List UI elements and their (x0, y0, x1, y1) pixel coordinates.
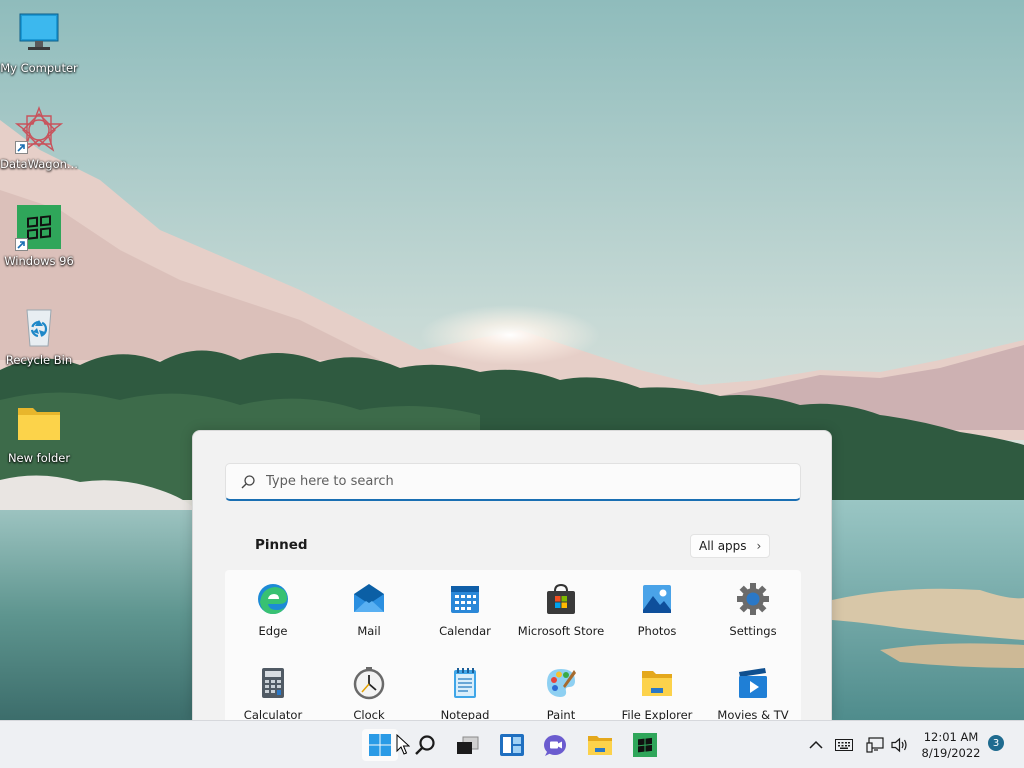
notepad-icon (454, 668, 476, 698)
start-search-box[interactable] (225, 463, 801, 501)
pinned-app-clock[interactable]: Clock (321, 654, 417, 720)
edge-icon (258, 584, 288, 614)
photos-icon (643, 585, 671, 613)
taskbar-windows96-button[interactable] (627, 729, 663, 761)
windows96-icon (15, 203, 63, 251)
input-indicator-button[interactable] (833, 733, 855, 757)
desktop-icon-label: DataWagon... (0, 157, 78, 171)
shortcut-arrow-icon (15, 238, 28, 251)
desktop-icon-recycle-bin[interactable]: Recycle Bin (0, 302, 78, 367)
shortcut-arrow-icon (15, 141, 28, 154)
recycle-bin-icon (15, 302, 63, 350)
pinned-app-movies-tv[interactable]: Movies & TV (705, 654, 801, 720)
pinned-app-calculator[interactable]: Calculator (225, 654, 321, 720)
datawagon-star-icon (14, 106, 64, 154)
mail-icon (354, 584, 384, 612)
desktop-icon-datawagon[interactable]: DataWagon... (0, 106, 78, 171)
desktop-icon-label: New folder (7, 451, 71, 465)
search-input[interactable] (266, 474, 766, 489)
notification-count-badge[interactable]: 3 (988, 735, 1004, 751)
taskbar-file-explorer-button[interactable] (582, 729, 618, 761)
desktop-icon-new-folder[interactable]: New folder (0, 400, 78, 465)
calendar-icon (451, 586, 479, 613)
gear-icon (737, 583, 769, 615)
speaker-volume-icon (891, 737, 907, 753)
calculator-icon (262, 668, 284, 698)
mouse-cursor-icon (396, 734, 410, 755)
teams-chat-icon (544, 735, 566, 756)
app-label: Photos (637, 624, 677, 638)
desktop-icon-label: My Computer (0, 61, 78, 75)
movies-icon (739, 668, 767, 698)
all-apps-label: All apps (699, 539, 747, 553)
clock-icon (353, 667, 385, 700)
desktop-icon-windows-96[interactable]: Windows 96 (0, 203, 78, 268)
store-icon (547, 583, 575, 614)
file-explorer-icon (588, 736, 612, 755)
pinned-app-file-explorer[interactable]: File Explorer (609, 654, 705, 720)
pinned-app-edge[interactable]: Edge (225, 570, 321, 654)
taskbar-widgets-button[interactable] (494, 729, 530, 761)
app-label: Edge (258, 624, 288, 638)
app-label: File Explorer (621, 708, 693, 720)
pinned-section-title: Pinned (255, 537, 308, 553)
taskbar-clock[interactable]: 12:01 AM 8/19/2022 (916, 729, 986, 761)
clock-time: 12:01 AM (923, 730, 979, 744)
pinned-app-microsoft-store[interactable]: Microsoft Store (513, 570, 609, 654)
keyboard-icon (835, 739, 853, 751)
search-icon (415, 735, 435, 755)
app-label: Settings (729, 624, 777, 638)
folder-icon (15, 400, 63, 448)
start-menu: Pinned All apps › Edge Mail (192, 430, 832, 720)
taskbar-start-button[interactable] (362, 729, 398, 761)
taskbar: 12:01 AM 8/19/2022 (0, 720, 1024, 768)
taskbar-chat-button[interactable] (538, 729, 574, 761)
pinned-app-photos[interactable]: Photos (609, 570, 705, 654)
network-ethernet-icon (866, 737, 884, 753)
network-status-button[interactable] (864, 733, 886, 757)
chevron-up-icon (809, 740, 823, 749)
taskbar-task-view-button[interactable] (449, 729, 485, 761)
pinned-app-calendar[interactable]: Calendar (417, 570, 513, 654)
desktop-icon-label: Windows 96 (4, 254, 74, 268)
windows96-icon (633, 733, 657, 757)
app-label: Clock (353, 708, 385, 720)
app-label: Calendar (439, 624, 491, 638)
app-label: Mail (357, 624, 381, 638)
widgets-icon (500, 734, 524, 756)
desktop-icon-label: Recycle Bin (5, 353, 73, 367)
app-label: Microsoft Store (517, 624, 605, 638)
pinned-app-notepad[interactable]: Notepad (417, 654, 513, 720)
app-label: Notepad (440, 708, 490, 720)
start-icon (369, 734, 391, 756)
desktop-icon-my-computer[interactable]: My Computer (0, 10, 78, 75)
app-label: Calculator (243, 708, 303, 720)
computer-monitor-icon (15, 10, 63, 58)
search-icon (241, 474, 255, 488)
pinned-app-settings[interactable]: Settings (705, 570, 801, 654)
app-label: Movies & TV (717, 708, 789, 720)
pinned-apps-grid: Edge Mail Calendar Microsoft Store Photo… (225, 570, 801, 720)
app-label: Paint (546, 708, 576, 720)
chevron-right-icon: › (756, 539, 762, 553)
folder-icon (642, 671, 672, 696)
all-apps-button[interactable]: All apps › (690, 534, 771, 558)
pinned-app-mail[interactable]: Mail (321, 570, 417, 654)
show-hidden-icons-button[interactable] (806, 733, 826, 757)
volume-button[interactable] (889, 733, 911, 757)
task-view-icon (457, 736, 479, 754)
paint-palette-icon (547, 669, 576, 697)
clock-date: 8/19/2022 (921, 746, 981, 760)
taskbar-search-button[interactable] (407, 729, 443, 761)
pinned-app-paint[interactable]: Paint (513, 654, 609, 720)
